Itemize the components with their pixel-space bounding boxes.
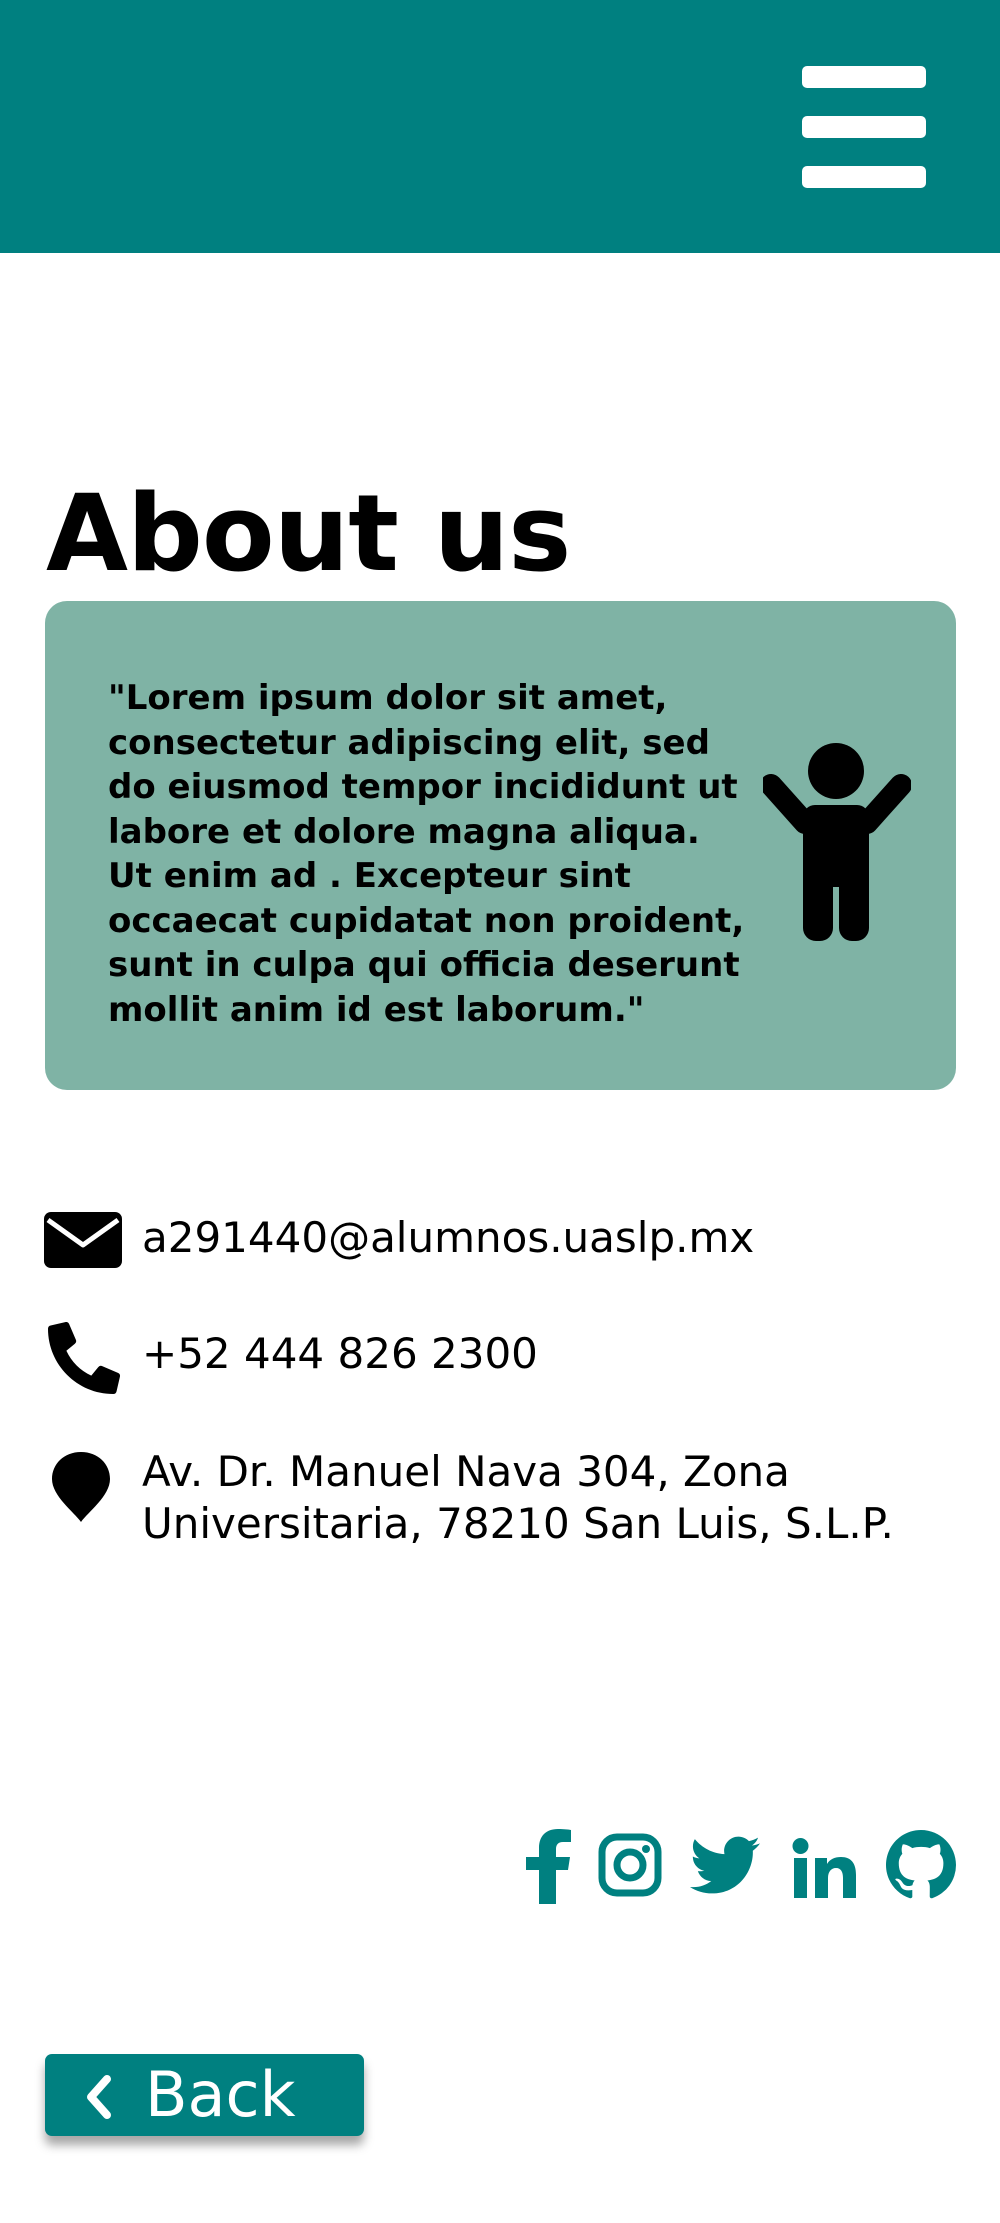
- chevron-left-icon: [87, 2075, 111, 2119]
- instagram-icon[interactable]: [598, 1833, 662, 1909]
- address-line-2: Universitaria, 78210 San Luis, S.L.P.: [142, 1499, 894, 1548]
- phone-icon: [48, 1322, 120, 1394]
- github-icon[interactable]: [886, 1830, 956, 1906]
- phone-link[interactable]: +52 444 826 2300: [142, 1328, 538, 1380]
- quote-text: "Lorem ipsum dolor sit amet, consectetur…: [108, 678, 745, 1030]
- menu-button[interactable]: [792, 60, 936, 194]
- envelope-icon: [44, 1212, 122, 1268]
- child-person-icon: [763, 743, 911, 941]
- twitter-icon[interactable]: [690, 1836, 760, 1912]
- map-pin-icon: [52, 1452, 110, 1522]
- back-button[interactable]: Back: [45, 2054, 364, 2136]
- contact-phone: +52 444 826 2300: [44, 1322, 944, 1394]
- contact-address: Av. Dr. Manuel Nava 304, Zona Universita…: [44, 1446, 944, 1556]
- facebook-icon[interactable]: [526, 1828, 572, 1904]
- page-title: About us: [46, 472, 571, 595]
- quote-card: "Lorem ipsum dolor sit amet, consectetur…: [45, 601, 956, 1090]
- back-button-label: Back: [145, 2058, 296, 2131]
- hamburger-menu-icon: [802, 66, 926, 188]
- linkedin-icon[interactable]: [792, 1838, 856, 1914]
- address-line-1: Av. Dr. Manuel Nava 304, Zona: [142, 1447, 790, 1496]
- top-header: [0, 0, 1000, 253]
- contact-email: a291440@alumnos.uaslp.mx: [44, 1210, 944, 1270]
- email-link[interactable]: a291440@alumnos.uaslp.mx: [142, 1212, 754, 1264]
